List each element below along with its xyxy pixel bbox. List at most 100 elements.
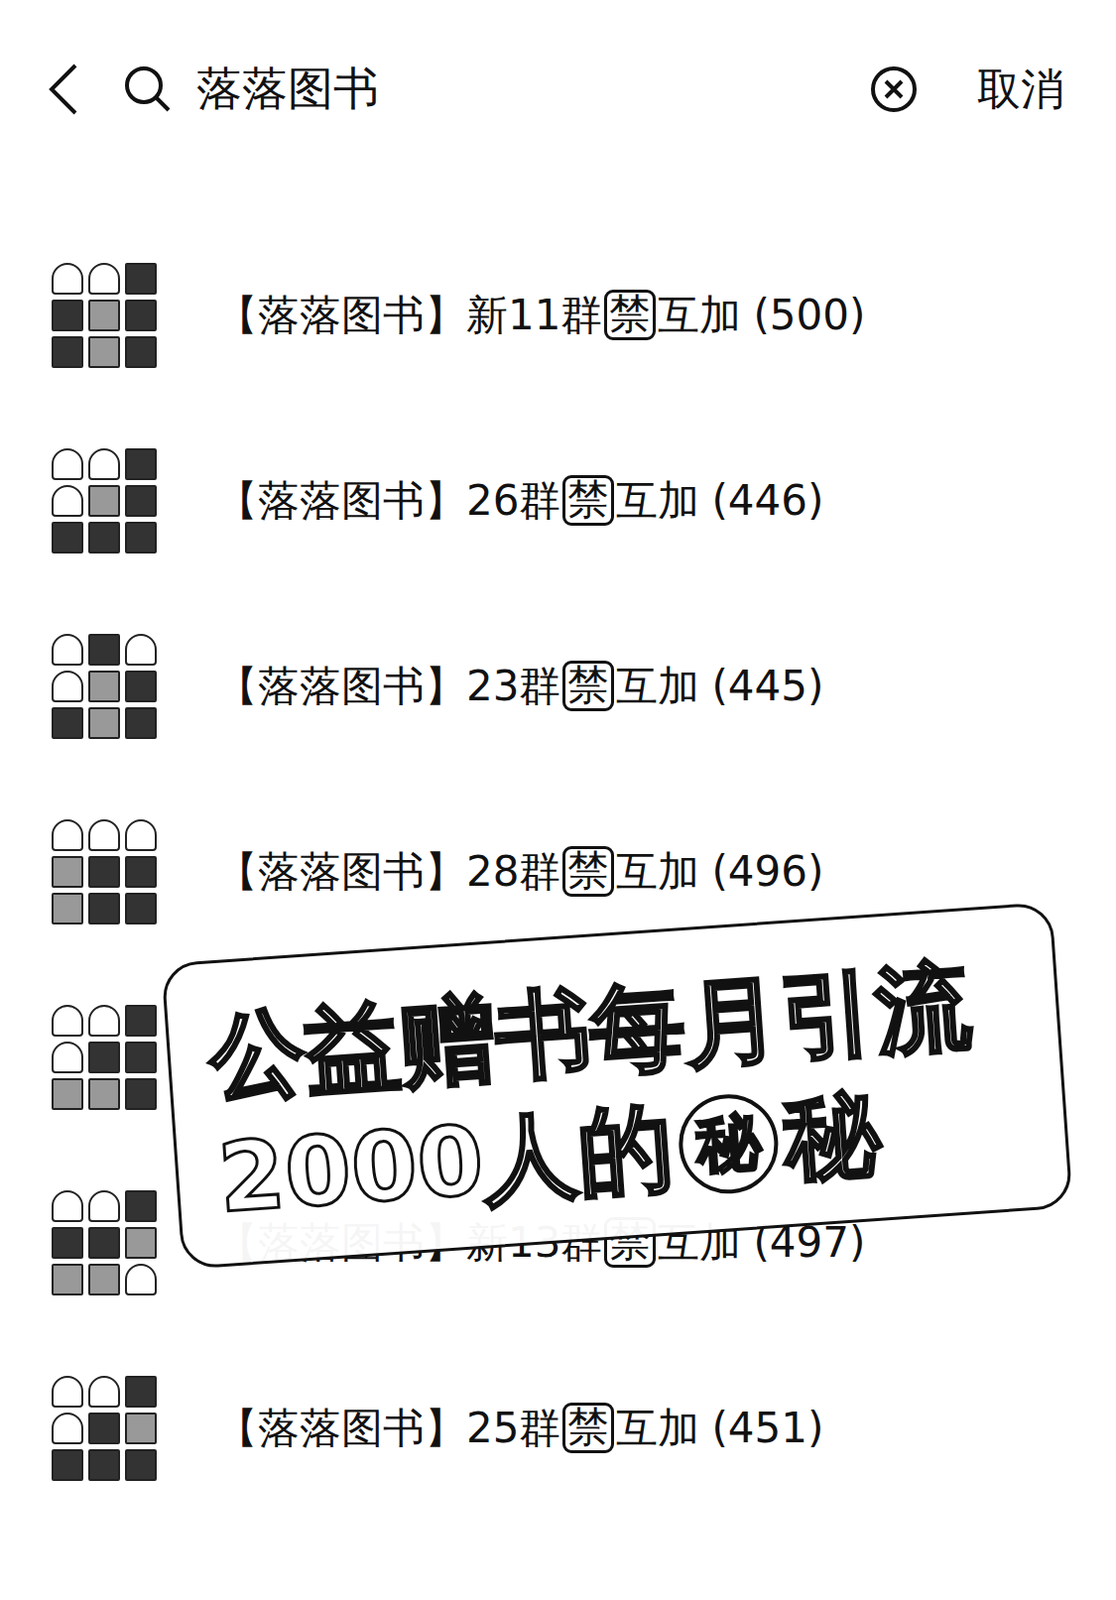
watermark-card: 公益赠书每月引流2000人的秘秘 — [160, 901, 1073, 1270]
avatar-tile — [124, 670, 157, 703]
avatar-tile — [88, 1078, 121, 1111]
avatar-tile — [124, 1078, 157, 1111]
clear-icon — [869, 65, 918, 114]
avatar-tile — [51, 892, 84, 925]
avatar-tile — [124, 1263, 157, 1296]
group-name: 【落落图书】28群禁互加(496) — [216, 844, 824, 900]
group-row[interactable]: 【落落图书】25群禁互加(451) — [0, 1335, 1116, 1521]
avatar-tile — [88, 262, 121, 295]
group-title: 【落落图书】25群 — [216, 1400, 561, 1457]
avatar-tile — [124, 1449, 157, 1482]
avatar-tile — [88, 1375, 121, 1408]
avatar-tile — [51, 1412, 84, 1445]
avatar-tile — [124, 336, 157, 369]
avatar-tile — [124, 633, 157, 666]
avatar-tile — [88, 1190, 121, 1223]
avatar-tile — [124, 1004, 157, 1037]
avatar-tile — [51, 633, 84, 666]
back-button[interactable] — [43, 61, 84, 118]
search-results-page: 落落图书取消【落落图书】新11群禁互加(500)【落落图书】26群禁互加(446… — [0, 0, 1116, 1600]
group-avatar — [51, 633, 157, 740]
cancel-button[interactable]: 取消 — [977, 60, 1065, 120]
avatar-tile — [88, 1227, 121, 1259]
ban-badge: 禁 — [604, 289, 656, 340]
avatar-tile — [51, 856, 84, 888]
avatar-tile — [124, 1041, 157, 1074]
avatar-tile — [88, 670, 121, 703]
avatar-tile — [124, 1412, 157, 1445]
avatar-tile — [88, 819, 121, 852]
avatar-tile — [88, 448, 121, 481]
group-row[interactable]: 【落落图书】23群禁互加(445) — [0, 593, 1116, 779]
member-count: (445) — [711, 661, 824, 711]
avatar-tile — [124, 299, 157, 332]
avatar-tile — [51, 336, 84, 369]
group-title: 【落落图书】28群 — [216, 844, 561, 900]
group-row[interactable]: 【落落图书】26群禁互加(446) — [0, 407, 1116, 594]
avatar-tile — [51, 1375, 84, 1408]
avatar-tile — [88, 707, 121, 740]
group-name: 【落落图书】26群禁互加(446) — [216, 473, 824, 529]
group-name: 【落落图书】25群禁互加(451) — [216, 1400, 824, 1457]
group-suffix: 互加 — [657, 287, 742, 344]
avatar-tile — [51, 1078, 84, 1111]
avatar-tile — [124, 856, 157, 888]
group-name: 【落落图书】23群禁互加(445) — [216, 658, 824, 715]
member-count: (451) — [711, 1403, 824, 1453]
avatar-tile — [88, 892, 121, 925]
ban-badge: 禁 — [562, 846, 615, 896]
avatar-tile — [51, 1004, 84, 1037]
group-avatar — [51, 448, 157, 554]
avatar-tile — [88, 1041, 121, 1074]
avatar-tile — [51, 819, 84, 852]
group-suffix: 互加 — [616, 658, 700, 715]
circled-secret: 秘 — [675, 1091, 782, 1198]
search-icon — [123, 64, 173, 115]
avatar-tile — [124, 707, 157, 740]
avatar-tile — [51, 521, 84, 554]
ban-badge: 禁 — [562, 475, 615, 525]
avatar-tile — [88, 1004, 121, 1037]
watermark-line: 公益赠书每月引流 — [206, 947, 1020, 1114]
group-title: 【落落图书】23群 — [216, 658, 561, 715]
avatar-tile — [51, 1449, 84, 1482]
avatar-tile — [124, 1227, 157, 1259]
avatar-tile — [51, 485, 84, 517]
avatar-tile — [51, 448, 84, 481]
avatar-tile — [51, 1190, 84, 1223]
avatar-tile — [88, 1263, 121, 1296]
avatar-tile — [88, 485, 121, 517]
group-suffix: 互加 — [616, 844, 700, 900]
chevron-left-icon — [43, 61, 84, 118]
group-title: 【落落图书】新11群 — [216, 287, 603, 344]
avatar-tile — [88, 336, 121, 369]
avatar-tile — [124, 521, 157, 554]
group-avatar — [51, 819, 157, 925]
group-avatar — [51, 1190, 157, 1296]
search-icon-box — [123, 64, 173, 115]
avatar-tile — [88, 521, 121, 554]
avatar-tile — [88, 633, 121, 666]
avatar-tile — [88, 856, 121, 888]
group-avatar — [51, 1375, 157, 1482]
avatar-tile — [88, 1412, 121, 1445]
group-suffix: 互加 — [616, 1400, 700, 1457]
avatar-tile — [51, 1227, 84, 1259]
clear-button[interactable] — [869, 65, 918, 114]
avatar-tile — [124, 819, 157, 852]
ban-badge: 禁 — [562, 660, 615, 711]
group-avatar — [51, 262, 157, 369]
group-name: 【落落图书】新11群禁互加(500) — [216, 287, 866, 344]
group-suffix: 互加 — [616, 473, 700, 529]
avatar-tile — [51, 262, 84, 295]
avatar-tile — [51, 670, 84, 703]
group-row[interactable]: 【落落图书】新11群禁互加(500) — [0, 222, 1116, 408]
avatar-tile — [124, 1375, 157, 1408]
avatar-tile — [51, 707, 84, 740]
avatar-tile — [124, 1190, 157, 1223]
member-count: (500) — [752, 290, 866, 340]
search-input[interactable]: 落落图书 — [196, 58, 831, 121]
avatar-tile — [124, 485, 157, 517]
avatar-tile — [51, 1263, 84, 1296]
avatar-tile — [124, 448, 157, 481]
